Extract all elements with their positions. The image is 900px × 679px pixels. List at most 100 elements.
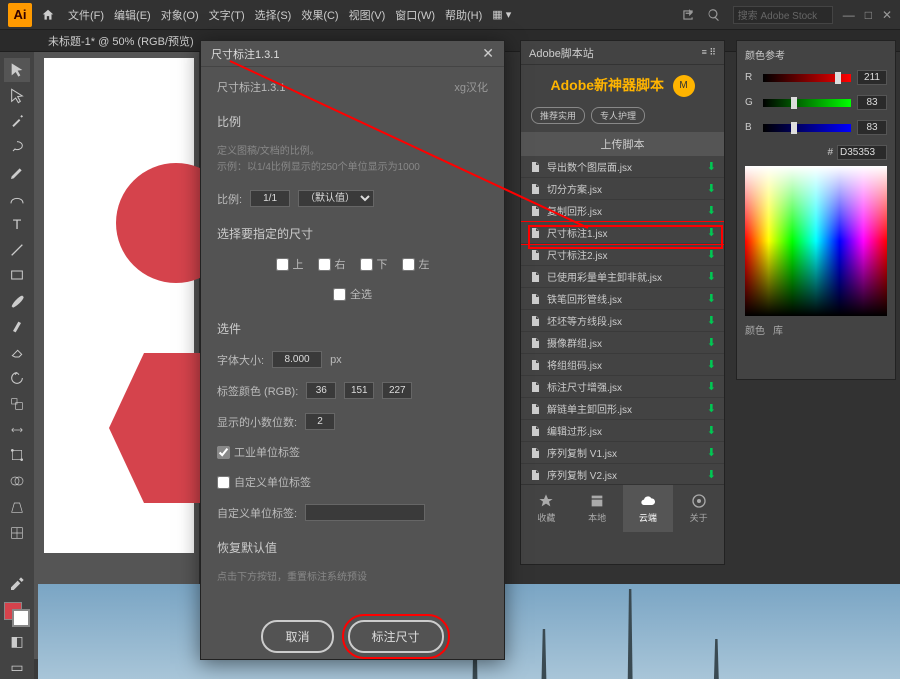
- color-swatch[interactable]: [4, 602, 30, 628]
- b-slider[interactable]: [763, 124, 851, 132]
- share-icon[interactable]: [681, 8, 695, 22]
- script-item[interactable]: 尺寸标注1.jsx⬇: [521, 222, 724, 244]
- gradient-tool[interactable]: [4, 546, 30, 570]
- r-slider[interactable]: [763, 74, 851, 82]
- b-value[interactable]: 83: [857, 120, 887, 135]
- search-icon[interactable]: [707, 8, 721, 22]
- decimal-input[interactable]: [305, 413, 335, 430]
- color-b-input[interactable]: [382, 382, 412, 399]
- download-icon[interactable]: ⬇: [707, 292, 716, 305]
- scale-tool[interactable]: [4, 392, 30, 416]
- dialog-link[interactable]: xg汉化: [454, 79, 488, 95]
- download-icon[interactable]: ⬇: [707, 380, 716, 393]
- download-icon[interactable]: ⬇: [707, 248, 716, 261]
- script-item[interactable]: 切分方案.jsx⬇: [521, 178, 724, 200]
- nav-cloud[interactable]: 云端: [623, 485, 674, 532]
- line-tool[interactable]: [4, 238, 30, 262]
- nav-favorite[interactable]: 收藏: [521, 485, 572, 532]
- close-button[interactable]: ✕: [882, 8, 892, 22]
- script-item[interactable]: 将组组码.jsx⬇: [521, 354, 724, 376]
- ratio-default-select[interactable]: （默认值）: [298, 190, 374, 207]
- color-panel-tab[interactable]: 颜色参考: [745, 47, 887, 62]
- swatch-tab-color[interactable]: 颜色: [745, 322, 765, 337]
- script-item[interactable]: 复制回形.jsx⬇: [521, 200, 724, 222]
- menu-edit[interactable]: 编辑(E): [114, 7, 151, 23]
- script-item[interactable]: 铁笔回形管线.jsx⬇: [521, 288, 724, 310]
- document-tab[interactable]: 未标题-1* @ 50% (RGB/预览): [40, 33, 202, 49]
- cancel-button[interactable]: 取消: [261, 620, 333, 653]
- artboard[interactable]: [44, 58, 194, 553]
- download-icon[interactable]: ⬇: [707, 424, 716, 437]
- g-value[interactable]: 83: [857, 95, 887, 110]
- lasso-tool[interactable]: [4, 135, 30, 159]
- download-icon[interactable]: ⬇: [707, 314, 716, 327]
- width-tool[interactable]: [4, 418, 30, 442]
- eraser-tool[interactable]: [4, 341, 30, 365]
- download-icon[interactable]: ⬇: [707, 226, 716, 239]
- color-g-input[interactable]: [344, 382, 374, 399]
- eyedropper-tool[interactable]: [4, 572, 30, 596]
- download-icon[interactable]: ⬇: [707, 336, 716, 349]
- g-slider[interactable]: [763, 99, 851, 107]
- download-icon[interactable]: ⬇: [707, 358, 716, 371]
- apply-button[interactable]: 标注尺寸: [348, 620, 444, 653]
- menu-file[interactable]: 文件(F): [68, 7, 104, 23]
- menu-type[interactable]: 文字(T): [209, 7, 245, 23]
- search-input[interactable]: 搜索 Adobe Stock: [733, 6, 833, 24]
- script-item[interactable]: 解链单主卸回形.jsx⬇: [521, 398, 724, 420]
- screen-mode-icon[interactable]: ▭: [4, 655, 30, 679]
- shaper-tool[interactable]: [4, 315, 30, 339]
- mesh-tool[interactable]: [4, 521, 30, 545]
- menu-select[interactable]: 选择(S): [255, 7, 292, 23]
- font-size-input[interactable]: [272, 351, 322, 368]
- selection-tool[interactable]: [4, 58, 30, 82]
- curvature-tool[interactable]: [4, 187, 30, 211]
- download-icon[interactable]: ⬇: [707, 182, 716, 195]
- hex-value[interactable]: D35353: [837, 145, 887, 160]
- cb-left[interactable]: 左: [402, 256, 430, 272]
- script-item[interactable]: 序列复制 V2.jsx⬇: [521, 464, 724, 484]
- menu-view[interactable]: 视图(V): [349, 7, 386, 23]
- custom-unit-input[interactable]: [305, 504, 425, 521]
- download-icon[interactable]: ⬇: [707, 204, 716, 217]
- menu-effect[interactable]: 效果(C): [301, 7, 338, 23]
- download-icon[interactable]: ⬇: [707, 160, 716, 173]
- rectangle-tool[interactable]: [4, 264, 30, 288]
- maximize-button[interactable]: □: [865, 8, 872, 22]
- script-item[interactable]: 序列复制 V1.jsx⬇: [521, 442, 724, 464]
- free-transform-tool[interactable]: [4, 444, 30, 468]
- menu-extra-icon[interactable]: ▦ ▾: [492, 8, 511, 21]
- tab-featured[interactable]: 推荐实用: [531, 107, 585, 124]
- color-r-input[interactable]: [306, 382, 336, 399]
- nav-local[interactable]: 本地: [572, 485, 623, 532]
- menu-help[interactable]: 帮助(H): [445, 7, 482, 23]
- script-item[interactable]: 摄像群组.jsx⬇: [521, 332, 724, 354]
- draw-mode-icon[interactable]: ◧: [4, 629, 30, 653]
- cb-all[interactable]: 全选: [333, 286, 372, 302]
- script-item[interactable]: 已使用彩量单主卸非就.jsx⬇: [521, 266, 724, 288]
- tab-expert[interactable]: 专人护理: [591, 107, 645, 124]
- menu-window[interactable]: 窗口(W): [395, 7, 435, 23]
- dialog-close-icon[interactable]: ✕: [482, 45, 494, 62]
- minimize-button[interactable]: —: [843, 8, 855, 22]
- script-item[interactable]: 尺寸标注2.jsx⬇: [521, 244, 724, 266]
- menu-object[interactable]: 对象(O): [161, 7, 199, 23]
- script-item[interactable]: 坯坯等方线段.jsx⬇: [521, 310, 724, 332]
- cb-custom[interactable]: 自定义单位标签: [217, 474, 488, 490]
- direct-selection-tool[interactable]: [4, 84, 30, 108]
- shape-builder-tool[interactable]: [4, 469, 30, 493]
- download-icon[interactable]: ⬇: [707, 446, 716, 459]
- pen-tool[interactable]: [4, 161, 30, 185]
- cb-top[interactable]: 上: [276, 256, 304, 272]
- rotate-tool[interactable]: [4, 366, 30, 390]
- ratio-input[interactable]: [250, 190, 290, 207]
- nav-about[interactable]: 关于: [673, 485, 724, 532]
- r-value[interactable]: 211: [857, 70, 887, 85]
- type-tool[interactable]: T: [4, 212, 30, 236]
- cb-right[interactable]: 右: [318, 256, 346, 272]
- cb-industrial[interactable]: 工业单位标签: [217, 444, 488, 460]
- color-spectrum[interactable]: [745, 166, 887, 316]
- script-item[interactable]: 导出数个图层面.jsx⬇: [521, 156, 724, 178]
- script-item[interactable]: 编辑过形.jsx⬇: [521, 420, 724, 442]
- swatch-tab-library[interactable]: 库: [773, 322, 783, 337]
